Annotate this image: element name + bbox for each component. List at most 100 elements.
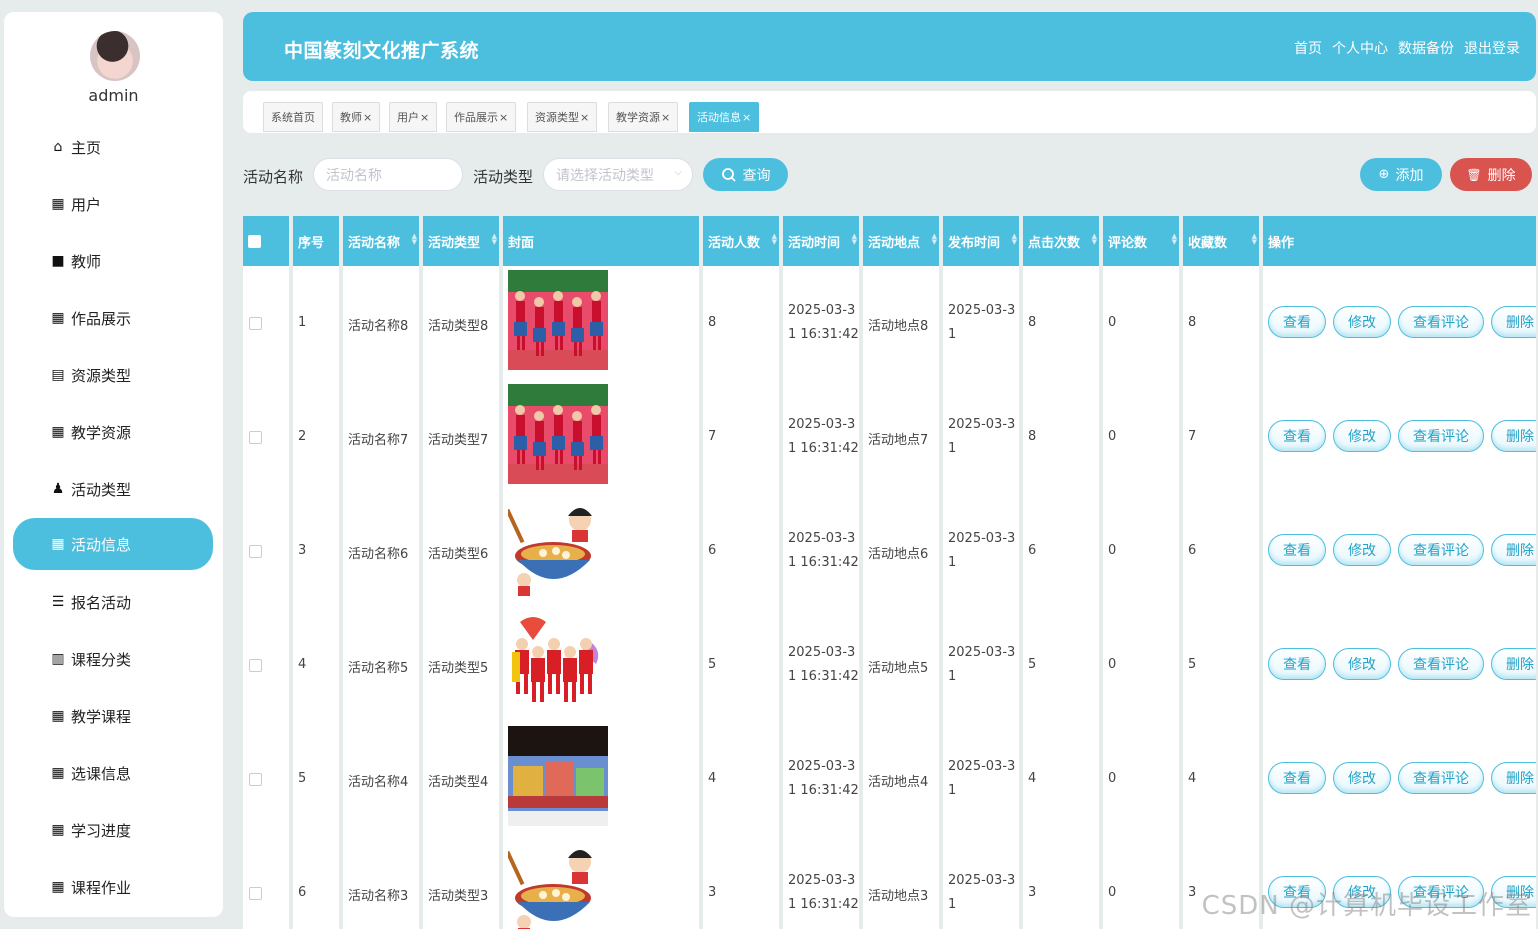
activity-name-input[interactable]: 活动名称 — [313, 158, 463, 191]
select-all-checkbox[interactable] — [248, 234, 261, 248]
row-checkbox[interactable] — [249, 659, 262, 672]
sidebar-item-12[interactable]: ▦ 学习进度 — [13, 805, 213, 855]
row-checkbox[interactable] — [249, 431, 262, 444]
sidebar-item-6[interactable]: ♟ 活动类型 — [13, 464, 213, 514]
column-header[interactable]: 点击次数 ▲ ▼ — [1023, 216, 1103, 266]
row-checkbox[interactable] — [249, 887, 262, 900]
sort-icon[interactable]: ▲ ▼ — [1172, 233, 1177, 246]
edit-button[interactable]: 修改 — [1333, 762, 1391, 794]
column-header[interactable]: 活动地点 ▲ ▼ — [863, 216, 943, 266]
activity-type-select[interactable]: 请选择活动类型 ⌵ — [543, 158, 693, 191]
cell-people: 5 — [708, 657, 717, 672]
edit-button[interactable]: 修改 — [1333, 306, 1391, 338]
cover-image[interactable] — [508, 726, 608, 826]
cover-image[interactable] — [508, 270, 608, 370]
column-header[interactable]: 活动名称 ▲ ▼ — [343, 216, 423, 266]
nav-home-link[interactable]: 首页 — [1294, 38, 1322, 58]
sort-icon[interactable]: ▲ ▼ — [772, 233, 777, 246]
tab-4[interactable]: 资源类型 × — [527, 102, 598, 132]
row-checkbox[interactable] — [249, 317, 262, 330]
sidebar-item-5[interactable]: ▦ 教学资源 — [13, 407, 213, 457]
sort-icon[interactable]: ▲ ▼ — [852, 233, 857, 246]
sidebar-item-3[interactable]: ▦ 作品展示 — [13, 293, 213, 343]
select-all-header[interactable] — [243, 216, 293, 266]
row-checkbox[interactable] — [249, 773, 262, 786]
close-icon[interactable]: × — [742, 111, 751, 124]
sidebar-item-7[interactable]: ▦ 活动信息 — [13, 518, 213, 570]
column-header[interactable]: 评论数 ▲ ▼ — [1103, 216, 1183, 266]
view-comments-button[interactable]: 查看评论 — [1398, 420, 1484, 452]
sidebar-item-10[interactable]: ▦ 教学课程 — [13, 691, 213, 741]
edit-button[interactable]: 修改 — [1333, 648, 1391, 680]
tab-6[interactable]: 活动信息 × — [689, 102, 760, 132]
nav-backup-link[interactable]: 数据备份 — [1398, 38, 1454, 58]
cover-image[interactable] — [508, 612, 608, 712]
avatar[interactable] — [90, 31, 140, 81]
column-header[interactable]: 活动人数 ▲ ▼ — [703, 216, 783, 266]
view-button[interactable]: 查看 — [1268, 762, 1326, 794]
view-comments-button[interactable]: 查看评论 — [1398, 648, 1484, 680]
sort-icon[interactable]: ▲ ▼ — [412, 233, 417, 246]
edit-button[interactable]: 修改 — [1333, 420, 1391, 452]
cover-image[interactable] — [508, 498, 608, 598]
sidebar-item-4[interactable]: ▤ 资源类型 — [13, 350, 213, 400]
row-delete-button[interactable]: 删除 — [1491, 420, 1536, 452]
add-button[interactable]: ⊕ 添加 — [1360, 158, 1442, 191]
cell-clicks: 4 — [1028, 771, 1037, 786]
view-button[interactable]: 查看 — [1268, 420, 1326, 452]
grid-icon: ▦ — [51, 822, 65, 838]
close-icon[interactable]: × — [420, 111, 429, 124]
row-delete-button[interactable]: 删除 — [1491, 762, 1536, 794]
sidebar-item-0[interactable]: ⌂ 主页 — [13, 122, 213, 172]
sidebar-item-2[interactable]: ■ 教师 — [13, 236, 213, 286]
cell-favs: 3 — [1188, 885, 1197, 900]
sidebar-item-8[interactable]: ☰ 报名活动 — [13, 577, 213, 627]
column-header[interactable]: 发布时间 ▲ ▼ — [943, 216, 1023, 266]
view-button[interactable]: 查看 — [1268, 648, 1326, 680]
chevron-down-icon: ⌵ — [674, 167, 682, 178]
sidebar-item-11[interactable]: ▦ 选课信息 — [13, 748, 213, 798]
close-icon[interactable]: × — [499, 111, 508, 124]
cover-image[interactable] — [508, 384, 608, 484]
sidebar-item-label: 资源类型 — [71, 366, 132, 385]
column-header[interactable]: 收藏数 ▲ ▼ — [1183, 216, 1263, 266]
sidebar-item-label: 活动类型 — [71, 480, 132, 499]
view-button[interactable]: 查看 — [1268, 306, 1326, 338]
view-button[interactable]: 查看 — [1268, 534, 1326, 566]
close-icon[interactable]: × — [580, 111, 589, 124]
nav-profile-link[interactable]: 个人中心 — [1332, 38, 1388, 58]
cell-activity-time: 2025-03-3 1 16:31:42 — [788, 755, 859, 803]
delete-button[interactable]: 🗑 删除 — [1450, 158, 1532, 191]
row-delete-button[interactable]: 删除 — [1491, 534, 1536, 566]
close-icon[interactable]: × — [661, 111, 670, 124]
close-icon[interactable]: × — [363, 111, 372, 124]
sidebar-item-1[interactable]: ▦ 用户 — [13, 179, 213, 229]
row-delete-button[interactable]: 删除 — [1491, 306, 1536, 338]
sort-icon[interactable]: ▲ ▼ — [492, 233, 497, 246]
view-comments-button[interactable]: 查看评论 — [1398, 762, 1484, 794]
column-header[interactable]: 活动时间 ▲ ▼ — [783, 216, 863, 266]
nav-logout-link[interactable]: 退出登录 — [1464, 38, 1520, 58]
sort-icon[interactable]: ▲ ▼ — [1092, 233, 1097, 246]
sort-icon[interactable]: ▲ ▼ — [1012, 233, 1017, 246]
edit-button[interactable]: 修改 — [1333, 534, 1391, 566]
tab-0[interactable]: 系统首页 — [263, 102, 323, 132]
tab-3[interactable]: 作品展示 × — [446, 102, 517, 132]
column-header[interactable]: 活动类型 ▲ ▼ — [423, 216, 503, 266]
sidebar-item-label: 用户 — [71, 195, 102, 214]
tab-5[interactable]: 教学资源 × — [608, 102, 679, 132]
sort-icon[interactable]: ▲ ▼ — [1252, 233, 1257, 246]
sidebar-item-9[interactable]: ▥ 课程分类 — [13, 634, 213, 684]
view-comments-button[interactable]: 查看评论 — [1398, 534, 1484, 566]
cell-favs: 7 — [1188, 429, 1197, 444]
row-checkbox[interactable] — [249, 545, 262, 558]
sort-icon[interactable]: ▲ ▼ — [932, 233, 937, 246]
cell-no: 4 — [298, 657, 307, 672]
query-button[interactable]: 查询 — [703, 158, 788, 191]
row-delete-button[interactable]: 删除 — [1491, 648, 1536, 680]
tab-1[interactable]: 教师 × — [332, 102, 381, 132]
view-comments-button[interactable]: 查看评论 — [1398, 306, 1484, 338]
tab-2[interactable]: 用户 × — [389, 102, 438, 132]
sidebar-item-13[interactable]: ▦ 课程作业 — [13, 862, 213, 912]
cover-image[interactable] — [508, 840, 608, 929]
